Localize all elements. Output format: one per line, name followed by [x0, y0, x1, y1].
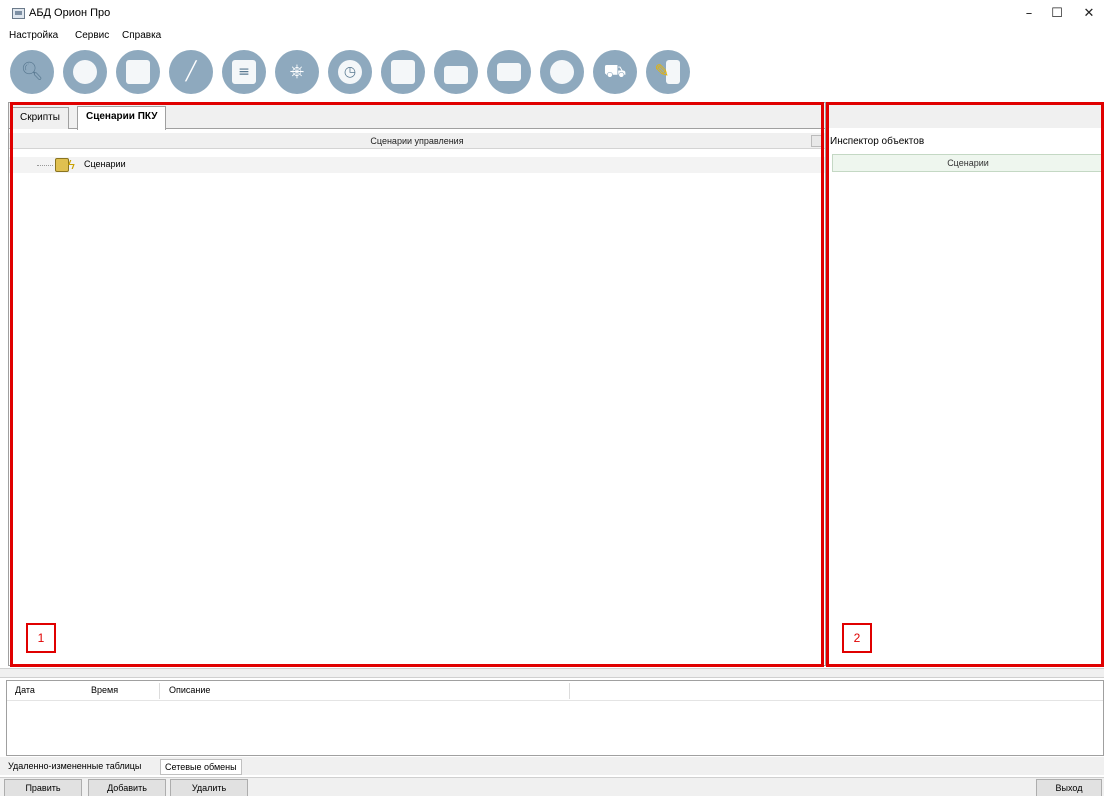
close-button[interactable]: ✕: [1074, 0, 1104, 28]
log-header: Дата Время Описание: [7, 681, 1103, 701]
menu-bar: Настройка Сервис Справка: [0, 28, 1104, 44]
tree-item-scenarios[interactable]: ϟ Сценарии: [9, 157, 825, 173]
panel-splitter[interactable]: [0, 668, 1104, 678]
tab-network-exchanges[interactable]: Сетевые обмены: [160, 759, 242, 775]
menu-item-service[interactable]: Сервис: [75, 30, 109, 41]
wheel-icon[interactable]: ⎈: [275, 50, 319, 94]
search-icon[interactable]: 🔍︎: [10, 50, 54, 94]
menu-item-settings[interactable]: Настройка: [9, 30, 58, 41]
inspector-title: Инспектор объектов: [830, 136, 925, 147]
object-inspector-panel: Инспектор объектов Сценарии: [828, 102, 1104, 666]
employee-card-icon[interactable]: [487, 50, 531, 94]
add-button[interactable]: Добавить: [88, 779, 166, 796]
window-title: АБД Орион Про: [29, 7, 111, 19]
database-icon: [12, 8, 25, 19]
tree-item-label: Сценарии: [84, 159, 126, 169]
column-settings-icon[interactable]: [811, 135, 823, 147]
toolbar: 🔍︎ ╱ ≡ ⎈ ◷ ⛟ ✎: [0, 46, 1104, 112]
scenarios-tabs: Скрипты Сценарии ПКУ: [9, 103, 825, 130]
exit-button[interactable]: Выход: [1036, 779, 1102, 796]
column-header[interactable]: Сценарии управления: [9, 133, 825, 149]
edit-button[interactable]: Править: [4, 779, 82, 796]
maximize-button[interactable]: ☐: [1042, 0, 1072, 28]
schedule-clock-icon[interactable]: ◷: [328, 50, 372, 94]
inspector-subheader: Сценарии: [832, 154, 1104, 172]
title-bar: АБД Орион Про – ☐ ✕: [0, 0, 1104, 28]
tab-remote-changed-tables[interactable]: Удаленно-измененные таблицы: [4, 759, 146, 775]
lock-icon[interactable]: [434, 50, 478, 94]
tree-line: [37, 165, 53, 166]
key-icon[interactable]: ✎: [646, 50, 690, 94]
log-col-time[interactable]: Время: [91, 685, 118, 695]
scenarios-panel: Скрипты Сценарии ПКУ Сценарии управления…: [8, 102, 826, 666]
annotation-label-2: 2: [842, 623, 872, 653]
column-header-label: Сценарии управления: [370, 136, 464, 146]
devices-icon[interactable]: [116, 50, 160, 94]
calendar-icon[interactable]: [381, 50, 425, 94]
annotation-label-1: 1: [26, 623, 56, 653]
employees-icon[interactable]: [540, 50, 584, 94]
barrier-icon[interactable]: ╱: [169, 50, 213, 94]
tab-pku-scenarios[interactable]: Сценарии ПКУ: [77, 106, 167, 130]
tab-scripts[interactable]: Скрипты: [11, 107, 69, 129]
minimize-button[interactable]: –: [1014, 0, 1044, 28]
document-list-icon[interactable]: ≡: [222, 50, 266, 94]
log-col-description[interactable]: Описание: [169, 685, 210, 695]
column-divider: [159, 683, 160, 699]
button-bar: Править Добавить Удалить Выход: [0, 777, 1104, 796]
bottom-tabs: Удаленно-измененные таблицы Сетевые обме…: [0, 757, 1104, 775]
menu-item-help[interactable]: Справка: [122, 30, 161, 41]
log-col-date[interactable]: Дата: [15, 685, 35, 695]
column-divider: [569, 683, 570, 699]
cards-icon[interactable]: [63, 50, 107, 94]
scenario-folder-icon: [55, 158, 69, 172]
delete-button[interactable]: Удалить: [170, 779, 248, 796]
inspector-top-strip: [828, 102, 1104, 128]
car-icon[interactable]: ⛟: [593, 50, 637, 94]
lightning-icon: ϟ: [68, 157, 75, 172]
event-log: Дата Время Описание: [6, 680, 1104, 756]
